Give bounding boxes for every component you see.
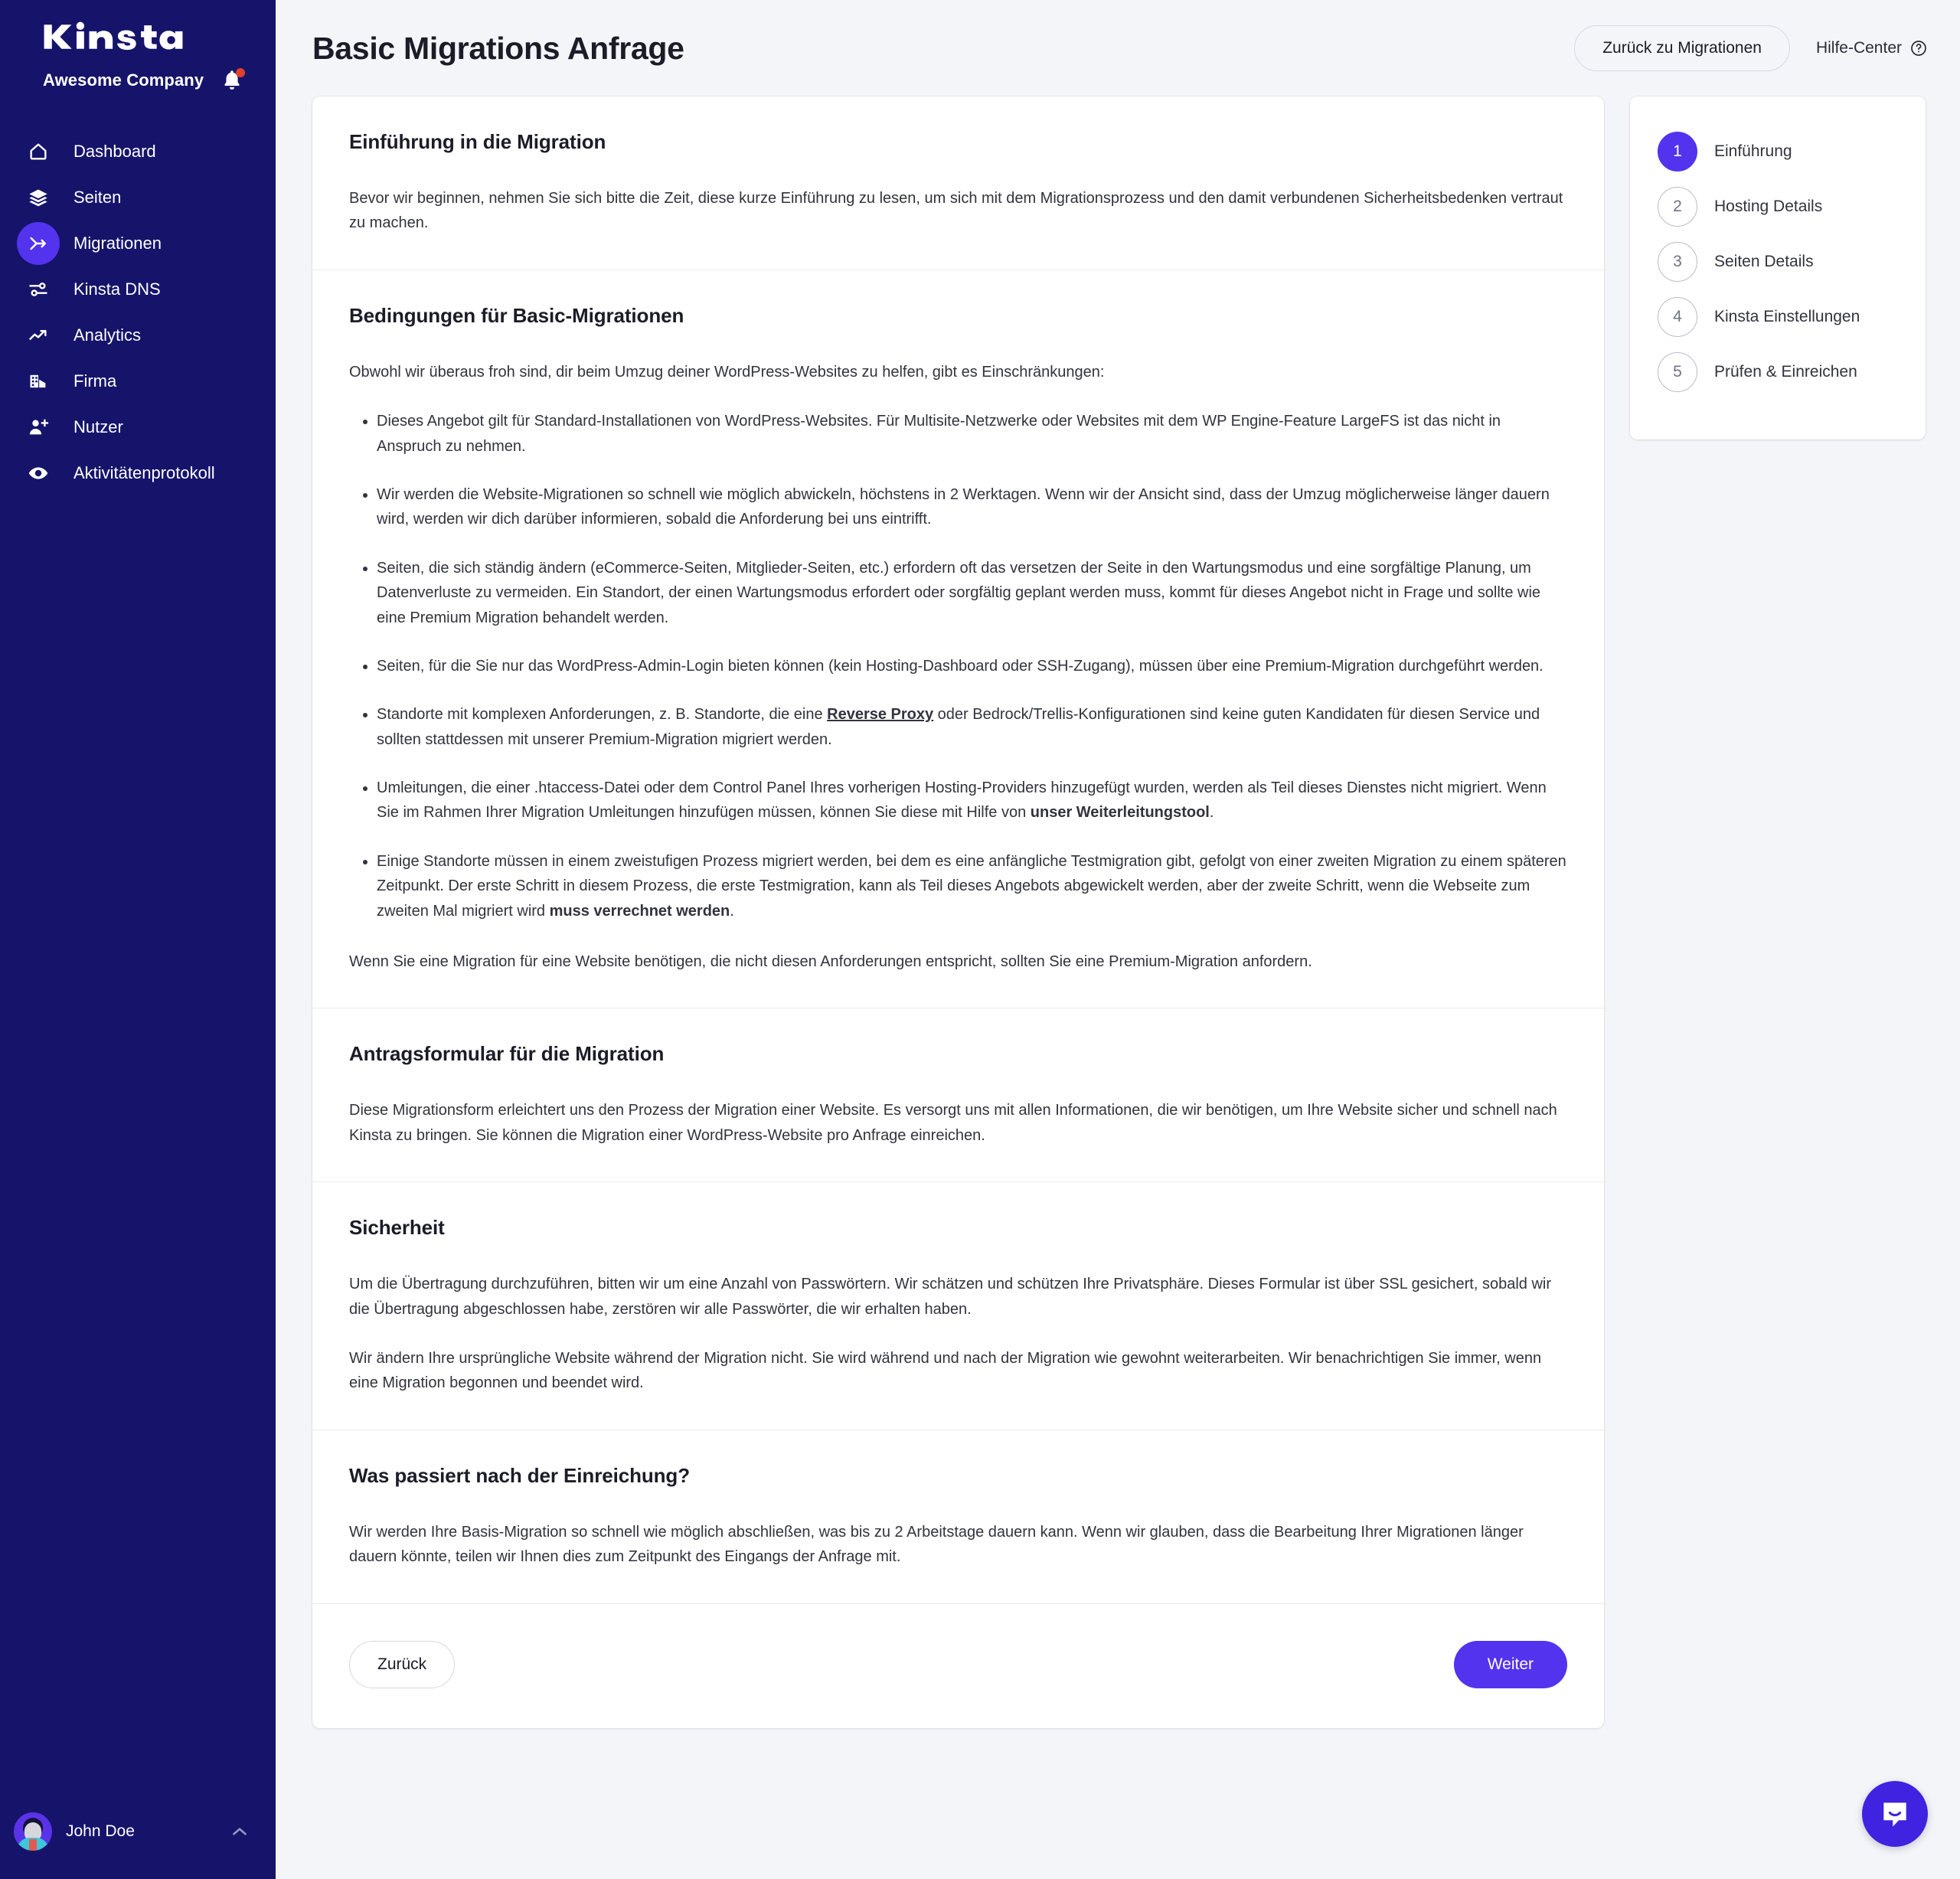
step-label: Hosting Details <box>1714 198 1823 215</box>
sidebar-item-seiten[interactable]: Seiten <box>0 175 276 221</box>
section-paragraph-1: Um die Übertragung durchzuführen, bitten… <box>349 1276 1551 1318</box>
migration-icon <box>17 222 60 265</box>
back-button[interactable]: Zurück <box>349 1640 456 1688</box>
sidebar-item-label: Nutzer <box>74 417 123 436</box>
home-icon <box>17 130 60 173</box>
sidebar-item-kinsta-dns[interactable]: Kinsta DNS <box>0 266 276 312</box>
sidebar-item-label: Firma <box>74 371 117 391</box>
step-number: 1 <box>1658 132 1697 172</box>
stepper-card: 1 Einführung 2 Hosting Details 3 Seiten … <box>1630 96 1926 440</box>
section-title: Bedingungen für Basic-Migrationen <box>349 303 684 327</box>
step-label: Kinsta Einstellungen <box>1714 308 1860 325</box>
sidebar-item-aktivitaetenprotokoll[interactable]: Aktivitätenprotokoll <box>0 450 276 496</box>
list-item: Seiten, die sich ständig ändern (eCommer… <box>377 556 1567 630</box>
section-title: Einführung in die Migration <box>349 130 606 153</box>
next-button[interactable]: Weiter <box>1453 1640 1567 1688</box>
list-item: Wir werden die Website-Migrationen so sc… <box>377 482 1567 532</box>
trend-up-icon <box>17 314 60 357</box>
list-item: Seiten, für die Sie nur das WordPress-Ad… <box>377 654 1567 678</box>
building-icon <box>17 360 60 403</box>
intercom-launcher-button[interactable] <box>1862 1781 1928 1847</box>
section-after-submission: Was passiert nach der Einreichung? Wir w… <box>312 1429 1604 1603</box>
billing-emphasis: muss verrechnet werden <box>549 902 730 920</box>
list-item: Standorte mit komplexen Anforderungen, z… <box>377 702 1567 752</box>
list-item-text-post: . <box>730 902 734 920</box>
section-form: Antragsformular für die Migration Diese … <box>312 1008 1604 1181</box>
section-title: Antragsformular für die Migration <box>349 1042 665 1066</box>
list-item-text-pre: Standorte mit komplexen Anforderungen, z… <box>377 706 828 724</box>
back-to-migrations-button[interactable]: Zurück zu Migrationen <box>1574 25 1790 71</box>
step-label: Prüfen & Einreichen <box>1714 363 1857 381</box>
main-area: Basic Migrations Anfrage Zurück zu Migra… <box>276 0 1960 1879</box>
sidebar-item-label: Migrationen <box>74 234 162 253</box>
sidebar-item-label: Aktivitätenprotokoll <box>74 463 215 482</box>
section-terms: Bedingungen für Basic-Migrationen Obwohl… <box>312 269 1604 1008</box>
help-center-link[interactable]: Hilfe-Center <box>1816 39 1928 57</box>
page-title: Basic Migrations Anfrage <box>312 30 684 66</box>
sidebar-item-label: Seiten <box>74 188 122 207</box>
list-item-text-pre: Umleitungen, die einer .htaccess-Datei o… <box>377 779 1547 822</box>
step-label: Seiten Details <box>1714 253 1814 270</box>
step-number: 2 <box>1658 187 1697 227</box>
section-security: Sicherheit Um die Übertragung durchzufüh… <box>312 1181 1604 1430</box>
step-label: Einführung <box>1714 142 1792 160</box>
sidebar-item-nutzer[interactable]: Nutzer <box>0 404 276 450</box>
list-item: Dieses Angebot gilt für Standard-Install… <box>377 409 1567 459</box>
eye-icon <box>17 452 60 495</box>
section-intro: Einführung in die Migration Bevor wir be… <box>312 96 1604 270</box>
user-menu[interactable]: John Doe <box>0 1784 276 1879</box>
step-pruefen-einreichen[interactable]: 5 Prüfen & Einreichen <box>1630 345 1926 400</box>
section-title: Sicherheit <box>349 1216 445 1240</box>
list-item: Einige Standorte müssen in einem zweistu… <box>377 849 1567 923</box>
section-paragraph: Diese Migrationsform erleichtert uns den… <box>349 1102 1557 1144</box>
help-center-label: Hilfe-Center <box>1815 39 1902 57</box>
sidebar-item-label: Kinsta DNS <box>74 279 161 299</box>
chevron-up-icon[interactable] <box>230 1822 250 1841</box>
section-paragraph: Bevor wir beginnen, nehmen Sie sich bitt… <box>349 190 1563 232</box>
section-title: Was passiert nach der Einreichung? <box>349 1463 690 1487</box>
list-item-text-post: . <box>1209 804 1214 822</box>
sidebar-nav: Dashboard Seiten Migrationen Kinsta DNS … <box>0 129 276 496</box>
avatar <box>14 1812 52 1851</box>
org-name: Awesome Company <box>43 70 204 90</box>
topbar-actions: Zurück zu Migrationen Hilfe-Center <box>1574 25 1928 71</box>
chat-bubble-icon <box>1883 1802 1906 1827</box>
sidebar-item-analytics[interactable]: Analytics <box>0 312 276 358</box>
dns-icon <box>17 268 60 311</box>
sidebar-item-firma[interactable]: Firma <box>0 358 276 404</box>
step-seiten-details[interactable]: 3 Seiten Details <box>1630 234 1926 289</box>
content-row: Einführung in die Migration Bevor wir be… <box>276 96 1960 1728</box>
notifications-button[interactable] <box>219 67 245 93</box>
topbar: Basic Migrations Anfrage Zurück zu Migra… <box>276 0 1960 96</box>
step-number: 3 <box>1658 242 1697 282</box>
kinsta-logo <box>44 21 183 51</box>
list-item: Umleitungen, die einer .htaccess-Datei o… <box>377 776 1567 825</box>
reverse-proxy-link[interactable]: Reverse Proxy <box>827 706 933 723</box>
section-paragraph: Wir werden Ihre Basis-Migration so schne… <box>349 1523 1524 1566</box>
question-circle-icon <box>1911 41 1926 56</box>
sidebar-item-dashboard[interactable]: Dashboard <box>0 129 276 175</box>
section-paragraph-2: Wir ändern Ihre ursprüngliche Website wä… <box>349 1349 1542 1392</box>
redirect-tool-emphasis: unser Weiterleitungstool <box>1030 804 1210 822</box>
sidebar-item-label: Dashboard <box>74 142 156 161</box>
org-row: Awesome Company <box>0 54 276 93</box>
layers-icon <box>17 176 60 219</box>
step-kinsta-einstellungen[interactable]: 4 Kinsta Einstellungen <box>1630 289 1926 345</box>
notification-badge <box>236 68 245 77</box>
user-name: John Doe <box>66 1822 135 1840</box>
step-einfuehrung[interactable]: 1 Einführung <box>1630 124 1926 179</box>
migration-form-card: Einführung in die Migration Bevor wir be… <box>312 96 1604 1728</box>
sidebar-item-label: Analytics <box>74 325 142 345</box>
form-actions: Zurück Weiter <box>312 1603 1604 1728</box>
step-number: 4 <box>1658 297 1697 337</box>
terms-lead: Obwohl wir überaus froh sind, dir beim U… <box>349 363 1105 381</box>
step-number: 5 <box>1658 352 1697 392</box>
sidebar-item-migrationen[interactable]: Migrationen <box>0 221 276 266</box>
terms-closing: Wenn Sie eine Migration für eine Website… <box>349 953 1312 971</box>
sidebar: Awesome Company Dashboard Seiten Migrati… <box>0 0 276 1879</box>
terms-bullet-list: Dieses Angebot gilt für Standard-Install… <box>349 409 1567 923</box>
step-hosting-details[interactable]: 2 Hosting Details <box>1630 179 1926 234</box>
user-add-icon <box>17 406 60 449</box>
brand[interactable] <box>0 0 276 54</box>
